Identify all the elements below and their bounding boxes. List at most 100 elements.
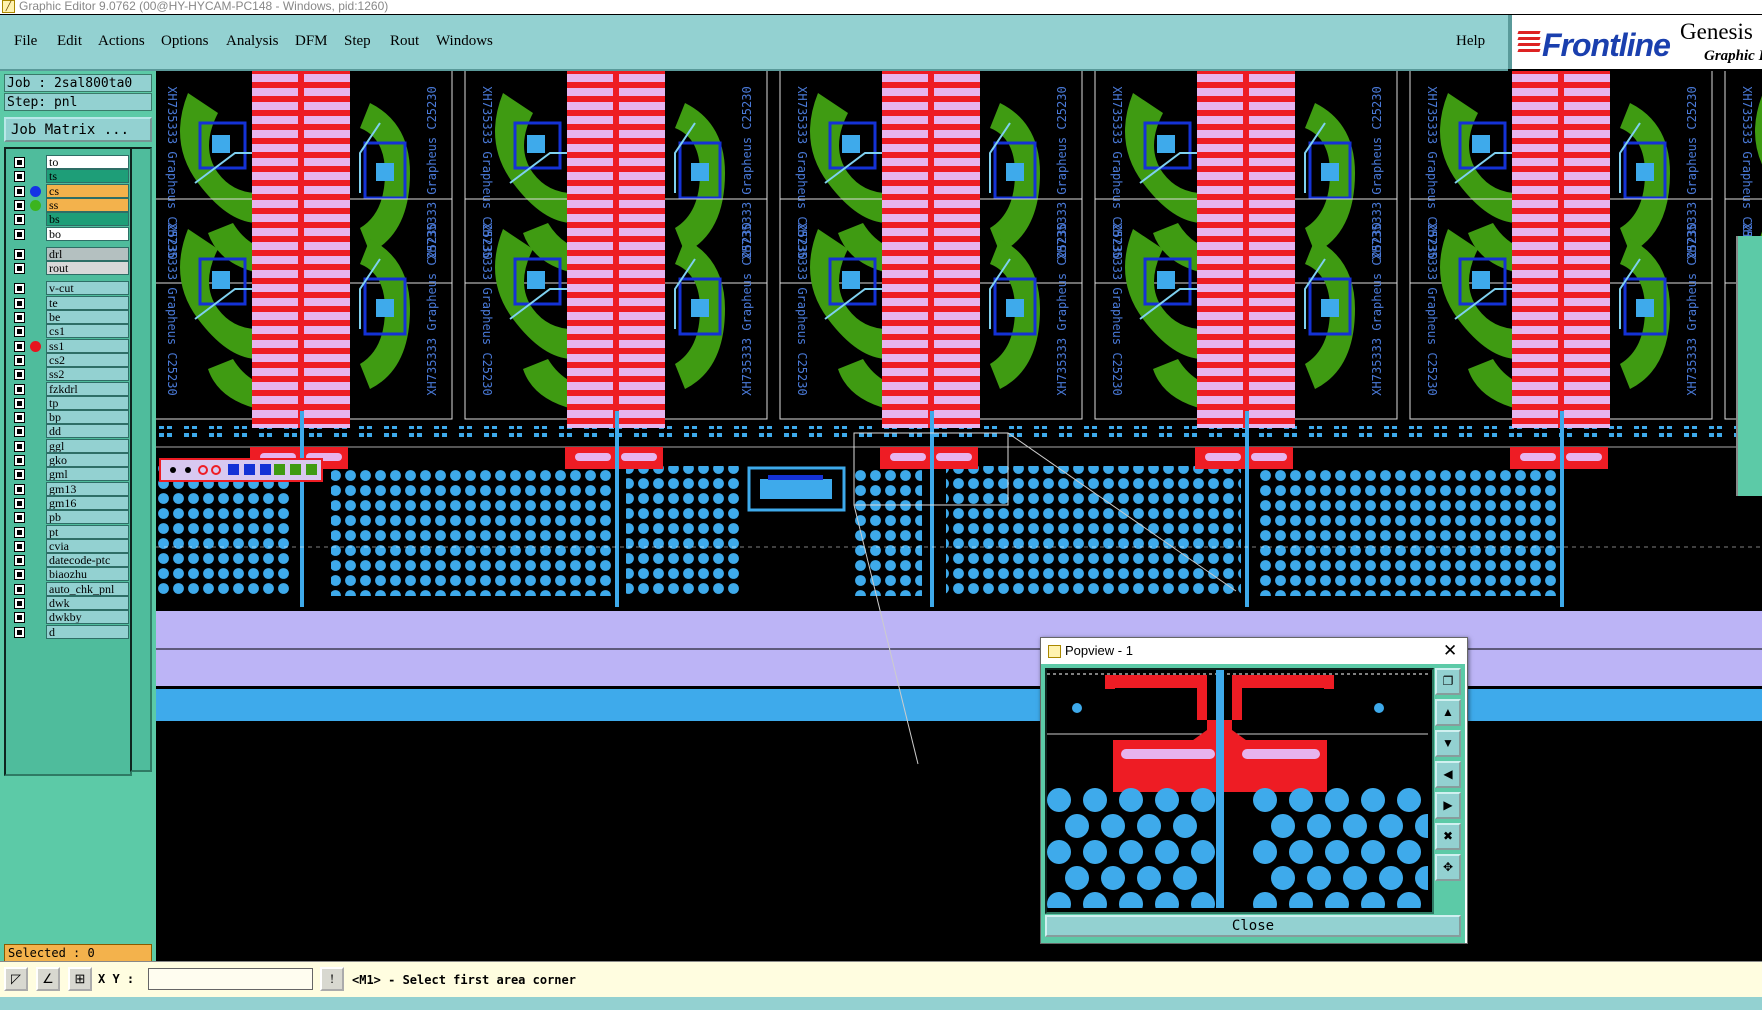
zoom-in-icon[interactable]: ✖ bbox=[1435, 823, 1461, 850]
layer-checkbox[interactable] bbox=[14, 497, 25, 509]
layer-row-ggl[interactable]: ggl bbox=[10, 438, 129, 454]
layer-name[interactable]: cs2 bbox=[46, 352, 129, 367]
layer-row-dd[interactable]: dd bbox=[10, 424, 129, 439]
layer-row-dwkby[interactable]: dwkby bbox=[10, 610, 129, 625]
menu-windows[interactable]: Windows bbox=[436, 33, 493, 50]
layer-checkbox[interactable] bbox=[14, 483, 25, 495]
menu-actions[interactable]: Actions bbox=[98, 33, 145, 50]
layer-list-scrollbar[interactable] bbox=[130, 147, 152, 772]
zoom-out-icon[interactable]: ✥ bbox=[1435, 854, 1461, 881]
layer-row-rout[interactable]: rout bbox=[10, 261, 129, 276]
layer-row-ss2[interactable]: ss2 bbox=[10, 367, 129, 382]
layer-row-fzkdrl[interactable]: fzkdrl bbox=[10, 381, 129, 397]
layer-row-drl[interactable]: drl bbox=[10, 246, 129, 262]
menu-edit[interactable]: Edit bbox=[57, 33, 82, 50]
layer-row-be[interactable]: be bbox=[10, 310, 129, 325]
layer-row-ss1[interactable]: ss1 bbox=[10, 338, 129, 354]
layer-checkbox[interactable] bbox=[14, 569, 25, 581]
layer-row-ts[interactable]: ts bbox=[10, 169, 129, 184]
side-toolbar-fragment[interactable] bbox=[1736, 236, 1762, 496]
layer-row-gm16[interactable]: gm16 bbox=[10, 495, 129, 511]
layer-checkbox[interactable] bbox=[14, 612, 25, 624]
layer-checkbox[interactable] bbox=[14, 297, 25, 309]
menu-options[interactable]: Options bbox=[161, 33, 209, 50]
layer-row-cvia[interactable]: cvia bbox=[10, 538, 129, 554]
layer-checkbox[interactable] bbox=[14, 185, 25, 197]
layer-row-bs[interactable]: bs bbox=[10, 212, 129, 227]
grid-tool-icon[interactable]: ⊞ bbox=[68, 967, 92, 991]
pan-left-icon[interactable]: ◀ bbox=[1435, 761, 1461, 788]
layer-name[interactable]: v-cut bbox=[46, 281, 129, 296]
layer-row-auto_chk_pnl[interactable]: auto_chk_pnl bbox=[10, 581, 129, 597]
layer-row-tp[interactable]: tp bbox=[10, 395, 129, 411]
layer-name[interactable]: datecode-ptc bbox=[46, 553, 129, 568]
layer-checkbox[interactable] bbox=[14, 412, 25, 424]
layer-checkbox[interactable] bbox=[14, 455, 25, 466]
layer-name[interactable]: to bbox=[46, 155, 129, 169]
layer-name[interactable]: gko bbox=[46, 453, 129, 467]
layer-checkbox[interactable] bbox=[14, 214, 25, 226]
layer-row-biaozhu[interactable]: biaozhu bbox=[10, 567, 129, 582]
layer-name[interactable]: bo bbox=[46, 226, 129, 241]
layer-name[interactable]: bs bbox=[46, 212, 129, 227]
layer-checkbox[interactable] bbox=[14, 248, 25, 260]
layer-row-pt[interactable]: pt bbox=[10, 524, 129, 540]
layer-row-v-cut[interactable]: v-cut bbox=[10, 281, 129, 296]
popview-viewport[interactable] bbox=[1045, 668, 1434, 914]
layer-checkbox[interactable] bbox=[14, 199, 25, 211]
layer-row-to[interactable]: to bbox=[10, 155, 129, 170]
layer-checkbox[interactable] bbox=[14, 171, 25, 183]
layer-name[interactable]: auto_chk_pnl bbox=[46, 581, 129, 596]
graphics-canvas[interactable]: XH735333 Grapheus C25230 XH735333 Grapheu… bbox=[156, 71, 1762, 961]
popview-close-button[interactable]: Close bbox=[1045, 915, 1461, 937]
layer-checkbox[interactable] bbox=[14, 383, 25, 395]
layer-name[interactable]: dd bbox=[46, 424, 129, 439]
layer-checkbox[interactable] bbox=[14, 397, 25, 409]
layer-name[interactable]: ss bbox=[46, 197, 129, 212]
select-tool-icon[interactable]: ◸ bbox=[4, 967, 28, 991]
layer-checkbox[interactable] bbox=[14, 228, 25, 240]
layer-row-ss[interactable]: ss bbox=[10, 197, 129, 213]
layer-name[interactable]: d bbox=[46, 624, 129, 639]
menu-step[interactable]: Step bbox=[344, 33, 371, 50]
layer-checkbox[interactable] bbox=[14, 263, 25, 275]
layer-name[interactable]: te bbox=[46, 295, 129, 310]
measure-tool-icon[interactable]: ∠ bbox=[36, 967, 60, 991]
pcb-board-view[interactable]: XH735333 Grapheus C25230 XH735333 Grapheu… bbox=[156, 71, 1762, 961]
layer-checkbox[interactable] bbox=[14, 426, 25, 438]
layer-row-datecode-ptc[interactable]: datecode-ptc bbox=[10, 553, 129, 568]
layer-name[interactable]: gm16 bbox=[46, 495, 129, 510]
menu-file[interactable]: File bbox=[14, 33, 37, 50]
pan-down-icon[interactable]: ▼ bbox=[1435, 730, 1461, 757]
layer-name[interactable]: biaozhu bbox=[46, 567, 129, 582]
layer-name[interactable]: gml bbox=[46, 467, 129, 482]
layer-row-dwk[interactable]: dwk bbox=[10, 596, 129, 611]
layer-name[interactable]: tp bbox=[46, 395, 129, 410]
layer-name[interactable]: gm13 bbox=[46, 481, 129, 496]
layer-name[interactable]: dwkby bbox=[46, 610, 129, 625]
layer-checkbox[interactable] bbox=[14, 512, 25, 524]
layer-name[interactable]: pb bbox=[46, 510, 129, 525]
layer-checkbox[interactable] bbox=[14, 340, 25, 352]
layer-row-pb[interactable]: pb bbox=[10, 510, 129, 525]
layer-checkbox[interactable] bbox=[14, 326, 25, 338]
layer-checkbox[interactable] bbox=[14, 283, 25, 295]
layer-checkbox[interactable] bbox=[14, 555, 25, 567]
layer-name[interactable]: cs bbox=[46, 183, 129, 198]
job-matrix-button[interactable]: Job Matrix ... bbox=[4, 117, 152, 142]
pan-right-icon[interactable]: ▶ bbox=[1435, 792, 1461, 819]
layer-name[interactable]: bp bbox=[46, 410, 129, 425]
layer-checkbox[interactable] bbox=[14, 312, 25, 323]
menu-dfm[interactable]: DFM bbox=[295, 33, 328, 50]
layer-name[interactable]: cs1 bbox=[46, 324, 129, 339]
layer-checkbox[interactable] bbox=[14, 354, 25, 366]
layer-row-te[interactable]: te bbox=[10, 295, 129, 311]
layer-name[interactable]: dwk bbox=[46, 596, 129, 610]
layer-row-gml[interactable]: gml bbox=[10, 467, 129, 482]
layer-name[interactable]: ggl bbox=[46, 438, 129, 453]
zoom-fit-icon[interactable]: ❐ bbox=[1435, 668, 1461, 695]
layer-name[interactable]: ss2 bbox=[46, 367, 129, 382]
layer-checkbox[interactable] bbox=[14, 598, 25, 609]
layer-row-bo[interactable]: bo bbox=[10, 226, 129, 242]
menu-help[interactable]: Help bbox=[1456, 33, 1485, 50]
